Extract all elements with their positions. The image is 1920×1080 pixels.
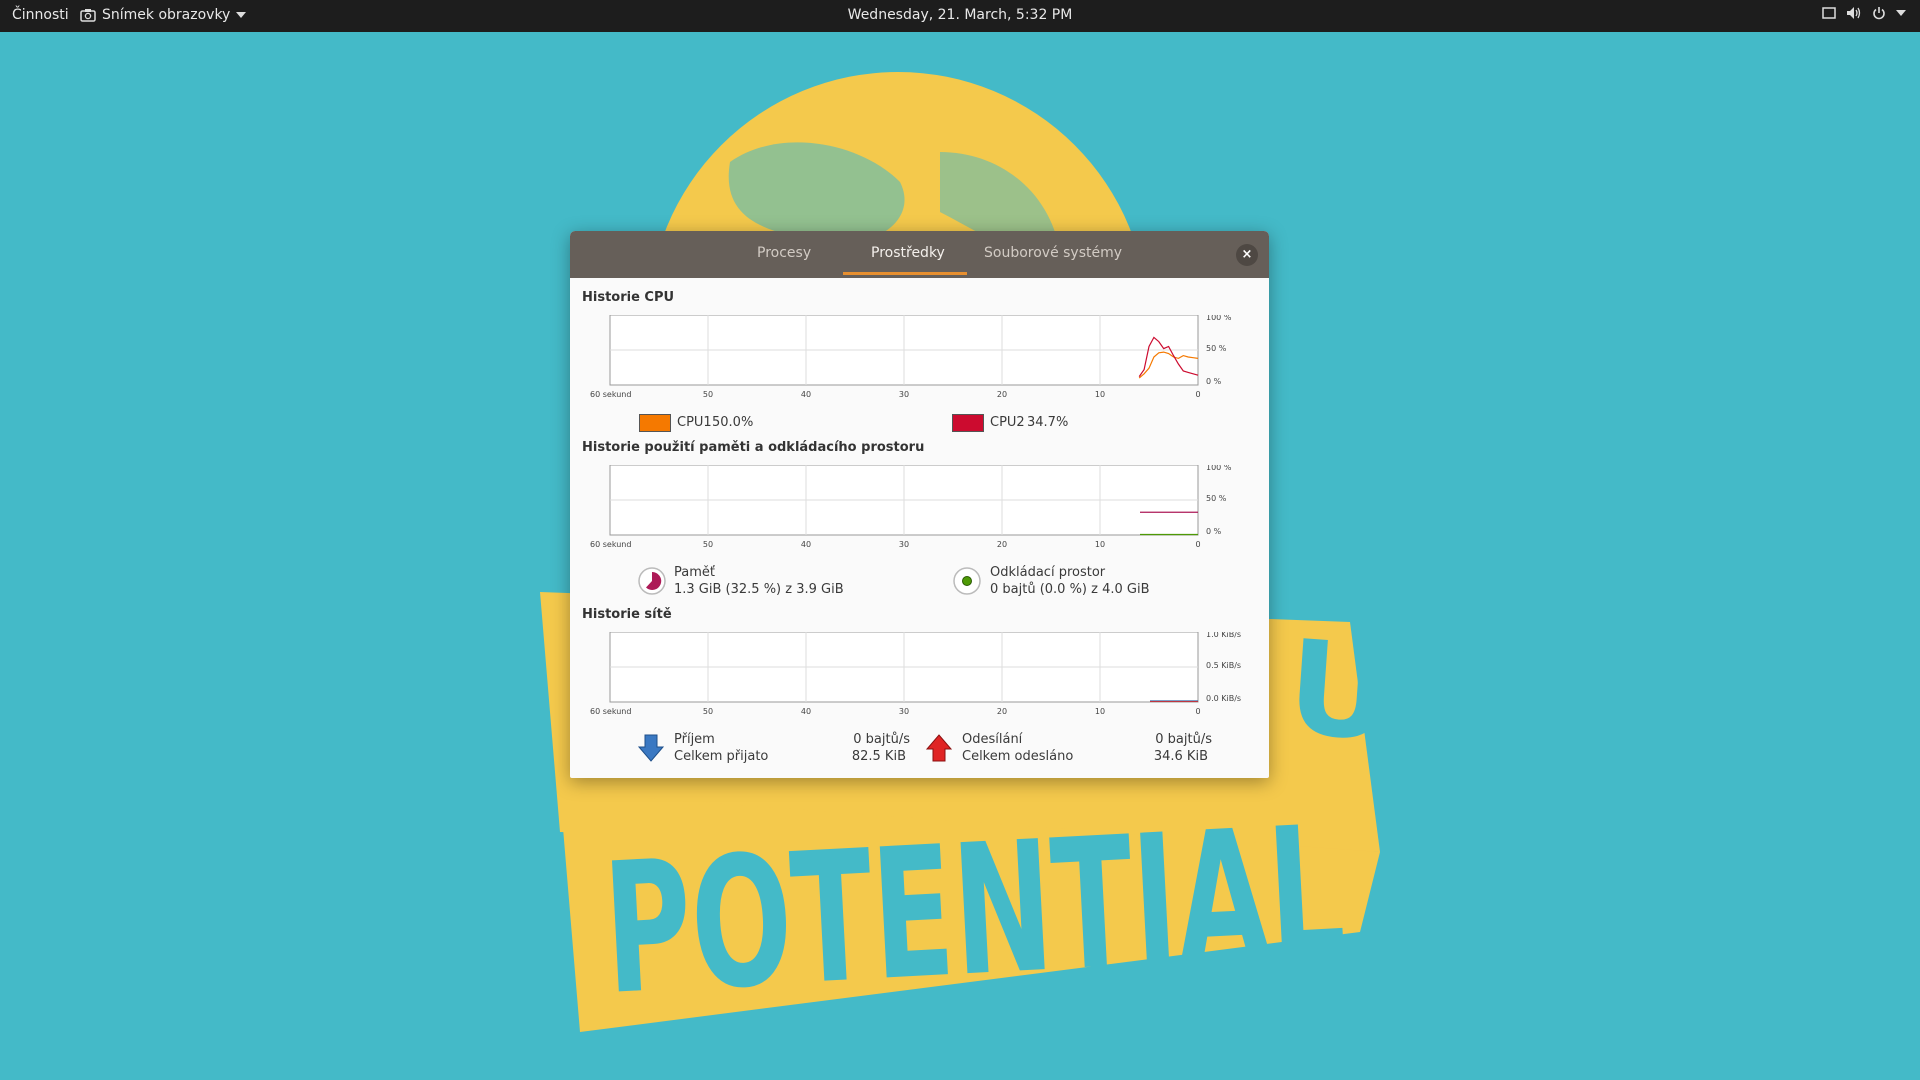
download-arrow-icon[interactable] [637, 733, 665, 763]
x-tick-label: 60 sekund [590, 707, 631, 716]
x-tick-label: 40 [801, 390, 811, 399]
x-tick-label: 10 [1095, 707, 1105, 716]
tab-processes[interactable]: Procesy [757, 245, 811, 261]
x-tick-label: 60 sekund [590, 540, 631, 549]
cpu1-label: CPU1 [677, 415, 712, 430]
wallpaper-word-potential: POTENTIAL [599, 787, 1349, 1034]
memory-history-graph: 60 sekund 50 40 30 20 10 0 100 % 50 % 0 % [590, 465, 1232, 549]
activities-button[interactable]: Činnosti [12, 7, 69, 23]
memory-value: 1.3 GiB (32.5 %) z 3.9 GiB [674, 582, 844, 597]
close-button[interactable]: × [1236, 244, 1258, 266]
chevron-down-icon [236, 12, 247, 18]
cpu2-color-swatch[interactable] [952, 414, 984, 432]
cpu2-value: 34.7% [1027, 415, 1069, 430]
memory-label: Paměť [674, 565, 715, 580]
system-monitor-window: Procesy Prostředky Souborové systémy × H… [570, 231, 1269, 778]
volume-icon[interactable] [1846, 6, 1862, 20]
y-tick-label: 100 % [1206, 465, 1232, 472]
system-tray[interactable] [1822, 6, 1906, 20]
y-tick-label: 0.0 KiB/s [1206, 694, 1241, 703]
upload-arrow-icon[interactable] [925, 733, 953, 763]
x-tick-label: 50 [703, 707, 713, 716]
x-tick-label: 0 [1195, 540, 1200, 549]
screenshot-app-icon [80, 9, 96, 22]
x-tick-label: 0 [1195, 390, 1200, 399]
cpu1-color-swatch[interactable] [639, 414, 671, 432]
y-tick-label: 0 % [1206, 377, 1222, 386]
header-bar: Procesy Prostředky Souborové systémy × [570, 231, 1269, 278]
rx-total: 82.5 KiB [851, 749, 906, 764]
app-menu-label: Snímek obrazovky [102, 7, 231, 23]
screen-icon[interactable] [1822, 7, 1836, 19]
tab-resources[interactable]: Prostředky [871, 245, 945, 261]
x-tick-label: 30 [899, 390, 909, 399]
x-tick-label: 40 [801, 707, 811, 716]
tx-total: 34.6 KiB [1153, 749, 1208, 764]
rx-label: Příjem [674, 732, 715, 747]
tx-total-label: Celkem odesláno [962, 749, 1074, 764]
x-tick-label: 20 [997, 707, 1007, 716]
x-tick-label: 0 [1195, 707, 1200, 716]
x-tick-label: 30 [899, 707, 909, 716]
y-tick-label: 0 % [1206, 527, 1222, 536]
active-tab-indicator [843, 272, 967, 275]
y-tick-label: 50 % [1206, 344, 1227, 353]
memory-history-title: Historie použití paměti a odkládacího pr… [582, 440, 925, 455]
top-bar: Činnosti Snímek obrazovky Wednesday, 21.… [0, 0, 1920, 32]
cpu-history-graph: 60 sekund 50 40 30 20 10 0 100 % 50 % 0 % [590, 315, 1232, 399]
x-tick-label: 30 [899, 540, 909, 549]
clock: Wednesday, 21. March, 5:32 PM [0, 7, 1920, 23]
tx-rate: 0 bajtů/s [1155, 732, 1212, 747]
cpu1-value: 50.0% [712, 415, 754, 430]
cpu-history-title: Historie CPU [582, 290, 675, 305]
cpu2-label: CPU2 [990, 415, 1025, 430]
swap-pie-icon[interactable] [952, 566, 982, 596]
x-tick-label: 10 [1095, 540, 1105, 549]
clock-label[interactable]: Wednesday, 21. March, 5:32 PM [848, 7, 1073, 23]
memory-pie-icon[interactable] [637, 566, 667, 596]
x-tick-label: 50 [703, 390, 713, 399]
network-history-title: Historie sítě [582, 607, 672, 622]
y-tick-label: 0.5 KiB/s [1206, 661, 1241, 670]
power-icon[interactable] [1872, 6, 1886, 20]
x-tick-label: 10 [1095, 390, 1105, 399]
rx-rate: 0 bajtů/s [853, 732, 910, 747]
swap-value: 0 bajtů (0.0 %) z 4.0 GiB [990, 582, 1150, 597]
rx-total-label: Celkem přijato [674, 749, 769, 764]
y-tick-label: 1.0 KiB/s [1206, 632, 1241, 639]
tab-filesystems[interactable]: Souborové systémy [984, 245, 1122, 261]
tray-menu-arrow-icon[interactable] [1896, 10, 1906, 16]
x-tick-label: 20 [997, 390, 1007, 399]
app-menu[interactable]: Snímek obrazovky [80, 7, 247, 23]
y-tick-label: 50 % [1206, 494, 1227, 503]
network-history-graph: 60 sekund 50 40 30 20 10 0 1.0 KiB/s 0.5 KiB/s 0.… [590, 632, 1241, 716]
x-tick-label: 60 sekund [590, 390, 631, 399]
wallpaper-word-ur: UR [1283, 611, 1499, 777]
swap-label: Odkládací prostor [990, 565, 1106, 580]
y-tick-label: 100 % [1206, 315, 1232, 322]
tx-label: Odesílání [962, 732, 1023, 747]
x-tick-label: 40 [801, 540, 811, 549]
x-tick-label: 20 [997, 540, 1007, 549]
x-tick-label: 50 [703, 540, 713, 549]
